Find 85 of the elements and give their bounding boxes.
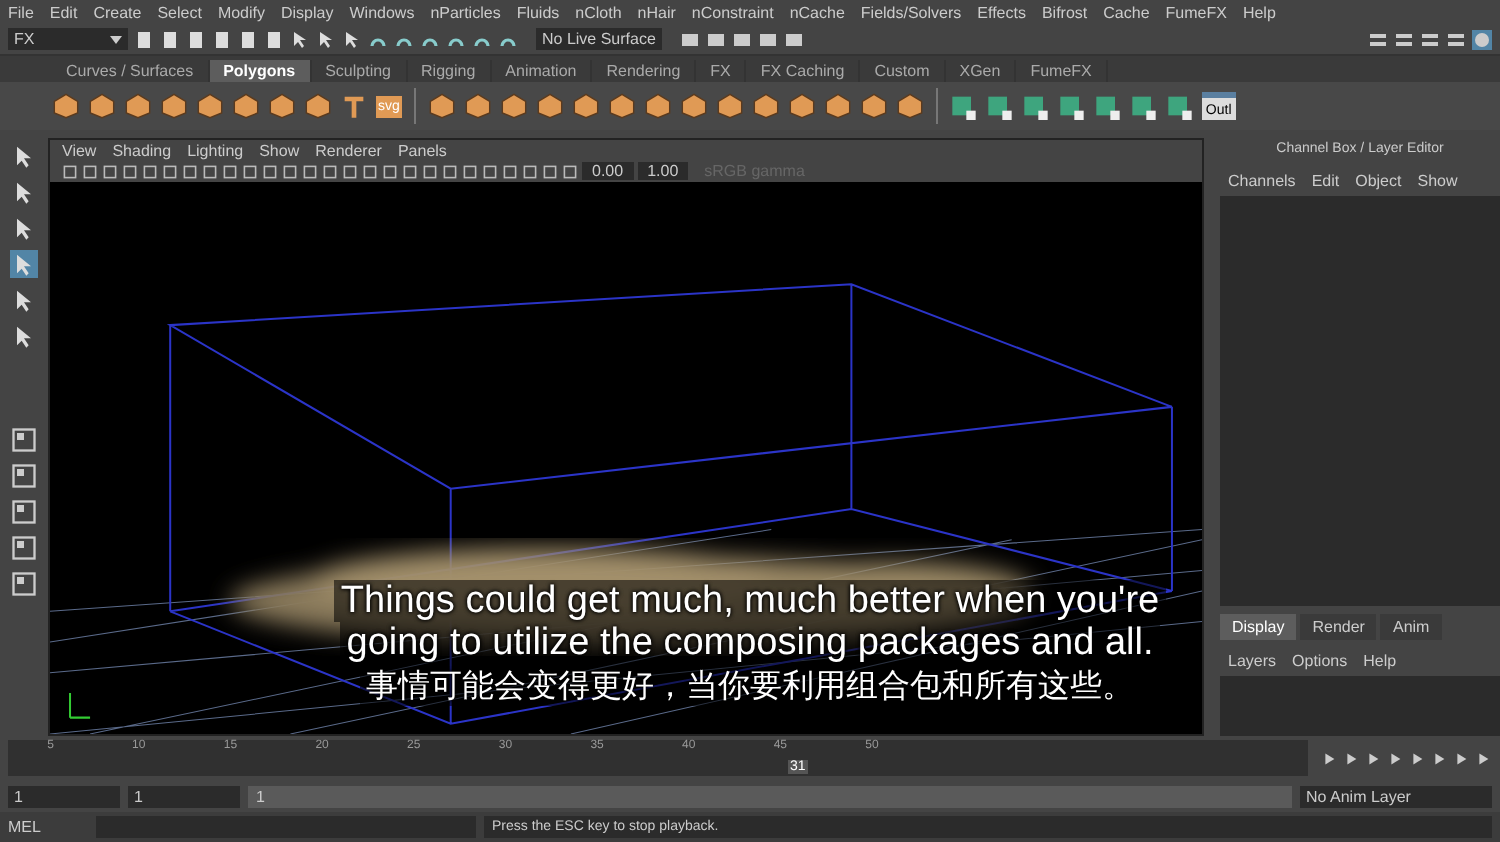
polygon-tool-icon[interactable] <box>232 92 260 120</box>
panel-menu-item[interactable]: Show <box>259 141 300 159</box>
polygon-tool-icon[interactable] <box>859 92 888 120</box>
panel-menu-item[interactable]: View <box>62 141 97 159</box>
menu-item[interactable]: Fluids <box>516 3 560 21</box>
menu-item[interactable]: nCache <box>789 3 845 21</box>
panel-menu-item[interactable]: Renderer <box>315 141 382 159</box>
layer-menu-item[interactable]: Layers <box>1228 652 1277 670</box>
channel-box-menu-item[interactable]: Show <box>1417 172 1458 190</box>
menu-item[interactable]: Bifrost <box>1041 3 1088 21</box>
panel-menu-item[interactable]: Panels <box>397 141 447 159</box>
polygon-tool-icon[interactable] <box>679 92 708 120</box>
polygon-tool-icon[interactable] <box>571 92 600 120</box>
polygon-tool-icon[interactable] <box>160 92 188 120</box>
layer-menu-item[interactable]: Options <box>1292 652 1348 670</box>
polygon-tool-icon[interactable] <box>427 92 456 120</box>
panel-menu-item[interactable]: Lighting <box>187 141 244 159</box>
polygon-tool-icon[interactable] <box>499 92 528 120</box>
playback-start-field[interactable]: 1 <box>128 785 240 807</box>
menu-item[interactable]: Create <box>93 3 142 21</box>
polygon-tool-icon[interactable] <box>823 92 852 120</box>
layout-icon[interactable] <box>10 462 38 490</box>
layer-editor-tab[interactable]: Anim <box>1380 614 1442 640</box>
panel-toggle-icon[interactable] <box>1368 29 1388 49</box>
text-tool-icon[interactable] <box>340 92 368 120</box>
polygon-tool-icon[interactable] <box>268 92 296 120</box>
menu-item[interactable]: nHair <box>637 3 676 21</box>
layout-icon[interactable] <box>10 426 38 454</box>
uv-tool-icon[interactable] <box>949 92 978 120</box>
menu-item[interactable]: File <box>8 3 34 21</box>
layout-icon[interactable] <box>10 534 38 562</box>
uv-tool-icon[interactable] <box>1057 92 1086 120</box>
menu-item[interactable]: Fields/Solvers <box>860 3 962 21</box>
menu-item[interactable]: Edit <box>49 3 78 21</box>
layer-editor-tab[interactable]: Render <box>1300 614 1377 640</box>
panel-toggle-icon[interactable] <box>1420 29 1440 49</box>
layer-menu-item[interactable]: Help <box>1363 652 1397 670</box>
menu-item[interactable]: FumeFX <box>1165 3 1227 21</box>
panel-toggle-icon[interactable] <box>1446 29 1466 49</box>
start-frame-field[interactable]: 1 <box>8 785 120 807</box>
channel-box-menu-item[interactable]: Edit <box>1311 172 1340 190</box>
exposure-field[interactable]: 0.00 <box>582 162 634 180</box>
channel-box-menu-item[interactable]: Channels <box>1228 172 1296 190</box>
polygon-tool-icon[interactable] <box>52 92 80 120</box>
anim-layer-dropdown[interactable]: No Anim Layer <box>1300 785 1492 807</box>
polygon-tool-icon[interactable] <box>88 92 116 120</box>
menu-item[interactable]: Cache <box>1103 3 1150 21</box>
polygon-tool-icon[interactable] <box>463 92 492 120</box>
layout-icon[interactable] <box>10 570 38 598</box>
uv-tool-icon[interactable] <box>1129 92 1158 120</box>
polygon-tool-icon[interactable] <box>751 92 780 120</box>
polygon-tool-icon[interactable] <box>304 92 332 120</box>
gamma-field[interactable]: 1.00 <box>637 162 689 180</box>
menu-item[interactable]: Select <box>157 3 202 21</box>
polygon-tool-icon[interactable] <box>124 92 152 120</box>
polygon-tool-icon[interactable] <box>535 92 564 120</box>
polygon-tool-icon[interactable] <box>895 92 924 120</box>
menu-item[interactable]: nParticles <box>430 3 501 21</box>
menu-item[interactable]: nConstraint <box>691 3 774 21</box>
channel-box-menu-item[interactable]: Object <box>1355 172 1402 190</box>
uv-tool-icon[interactable] <box>1021 92 1050 120</box>
range-slider[interactable]: 1 <box>248 785 1292 807</box>
uv-tool-icon[interactable] <box>1165 92 1194 120</box>
caret-icon <box>110 35 122 43</box>
layout-icon[interactable] <box>10 498 38 526</box>
panel-toggle-icon[interactable] <box>1394 29 1414 49</box>
menu-item[interactable]: nCloth <box>575 3 622 21</box>
polygon-tool-icon[interactable] <box>643 92 672 120</box>
menu-set-dropdown[interactable]: FX <box>8 28 128 50</box>
menu-item[interactable]: Windows <box>349 3 415 21</box>
uv-tool-icon[interactable] <box>985 92 1014 120</box>
polygon-tool-icon[interactable] <box>196 92 224 120</box>
uv-tool-icon[interactable] <box>1093 92 1122 120</box>
polygon-tool-icon[interactable] <box>715 92 744 120</box>
menu-item[interactable]: Display <box>281 3 334 21</box>
polygon-tool-icon[interactable] <box>787 92 816 120</box>
menu-item[interactable]: Effects <box>977 3 1026 21</box>
polygon-tool-icon[interactable] <box>607 92 636 120</box>
script-language-label[interactable]: MEL <box>8 818 88 836</box>
menu-item[interactable]: Help <box>1242 3 1276 21</box>
layer-editor-tab[interactable]: Display <box>1220 614 1297 640</box>
panel-menu-item[interactable]: Shading <box>112 141 172 159</box>
live-surface-field[interactable]: No Live Surface <box>536 28 662 50</box>
menu-item[interactable]: Modify <box>217 3 265 21</box>
shelf-tab[interactable]: Polygons <box>209 60 312 82</box>
